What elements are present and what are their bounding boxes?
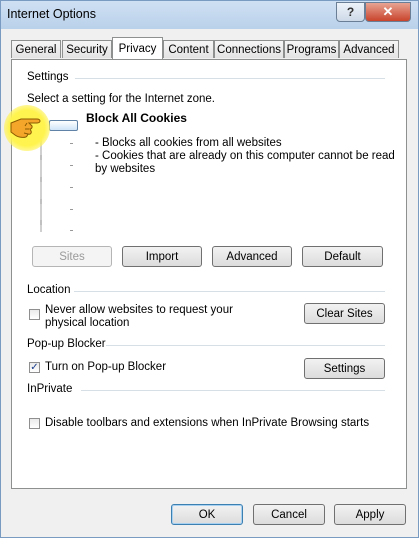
slider-tick bbox=[70, 230, 73, 231]
popup-divider bbox=[106, 345, 385, 346]
disable-toolbars-label: Disable toolbars and extensions when InP… bbox=[45, 417, 370, 429]
tab-connections[interactable]: Connections bbox=[214, 40, 284, 58]
window-title: Internet Options bbox=[7, 7, 96, 21]
slider-tick bbox=[70, 209, 73, 210]
never-allow-location-label-1: Never allow websites to request your bbox=[45, 304, 233, 316]
location-group-label: Location bbox=[27, 284, 71, 296]
ok-button[interactable]: OK bbox=[171, 504, 243, 525]
tab-privacy[interactable]: Privacy bbox=[112, 37, 163, 59]
advanced-button[interactable]: Advanced bbox=[212, 246, 292, 267]
tab-security[interactable]: Security bbox=[62, 40, 112, 58]
slider-tick bbox=[40, 155, 42, 160]
help-button[interactable]: ? bbox=[336, 2, 365, 22]
popup-blocker-checkbox[interactable]: ✓ bbox=[29, 362, 40, 373]
settings-instruction: Select a setting for the Internet zone. bbox=[27, 93, 215, 105]
privacy-level-desc-2: - Cookies that are already on this compu… bbox=[95, 150, 395, 162]
privacy-level-title: Block All Cookies bbox=[86, 111, 187, 125]
slider-tick bbox=[40, 177, 42, 182]
disable-toolbars-checkbox[interactable] bbox=[29, 418, 40, 429]
clear-sites-button[interactable]: Clear Sites bbox=[304, 303, 385, 324]
default-button[interactable]: Default bbox=[302, 246, 383, 267]
inprivate-divider bbox=[81, 390, 385, 391]
dialog-button-bar: OK Cancel Apply bbox=[1, 494, 418, 537]
settings-group-label: Settings bbox=[27, 71, 69, 83]
tab-general[interactable]: General bbox=[11, 40, 61, 58]
import-button[interactable]: Import bbox=[122, 246, 202, 267]
popup-blocker-label: Turn on Pop-up Blocker bbox=[45, 361, 167, 373]
popup-settings-button[interactable]: Settings bbox=[304, 358, 385, 379]
apply-button[interactable]: Apply bbox=[334, 504, 406, 525]
tab-advanced[interactable]: Advanced bbox=[339, 40, 399, 58]
popup-group-label: Pop-up Blocker bbox=[27, 338, 106, 350]
help-icon: ? bbox=[346, 5, 355, 19]
never-allow-location-checkbox[interactable] bbox=[29, 309, 40, 320]
slider-tick bbox=[40, 220, 42, 225]
close-icon: ✕ bbox=[382, 4, 394, 19]
privacy-panel: Settings Select a setting for the Intern… bbox=[11, 59, 407, 489]
internet-options-window: Internet Options ? ✕ General Security Pr… bbox=[0, 0, 419, 538]
location-divider bbox=[74, 291, 385, 292]
never-allow-location-label-2: physical location bbox=[45, 317, 130, 329]
slider-tick bbox=[70, 165, 73, 166]
settings-divider bbox=[75, 78, 385, 79]
slider-tick bbox=[40, 199, 42, 204]
inprivate-group-label: InPrivate bbox=[27, 383, 73, 395]
privacy-slider-thumb[interactable] bbox=[49, 120, 78, 131]
close-button[interactable]: ✕ bbox=[365, 2, 411, 22]
tab-content[interactable]: Content bbox=[163, 40, 214, 58]
pointing-hand-icon bbox=[10, 118, 41, 138]
slider-tick bbox=[70, 187, 73, 188]
tab-programs[interactable]: Programs bbox=[284, 40, 339, 58]
sites-button[interactable]: Sites bbox=[32, 246, 112, 267]
privacy-level-desc-1: - Blocks all cookies from all websites bbox=[95, 137, 282, 149]
title-bar[interactable]: Internet Options ? ✕ bbox=[1, 1, 418, 29]
privacy-level-desc-3: by websites bbox=[95, 163, 156, 175]
cancel-button[interactable]: Cancel bbox=[253, 504, 325, 525]
slider-tick bbox=[70, 143, 73, 144]
